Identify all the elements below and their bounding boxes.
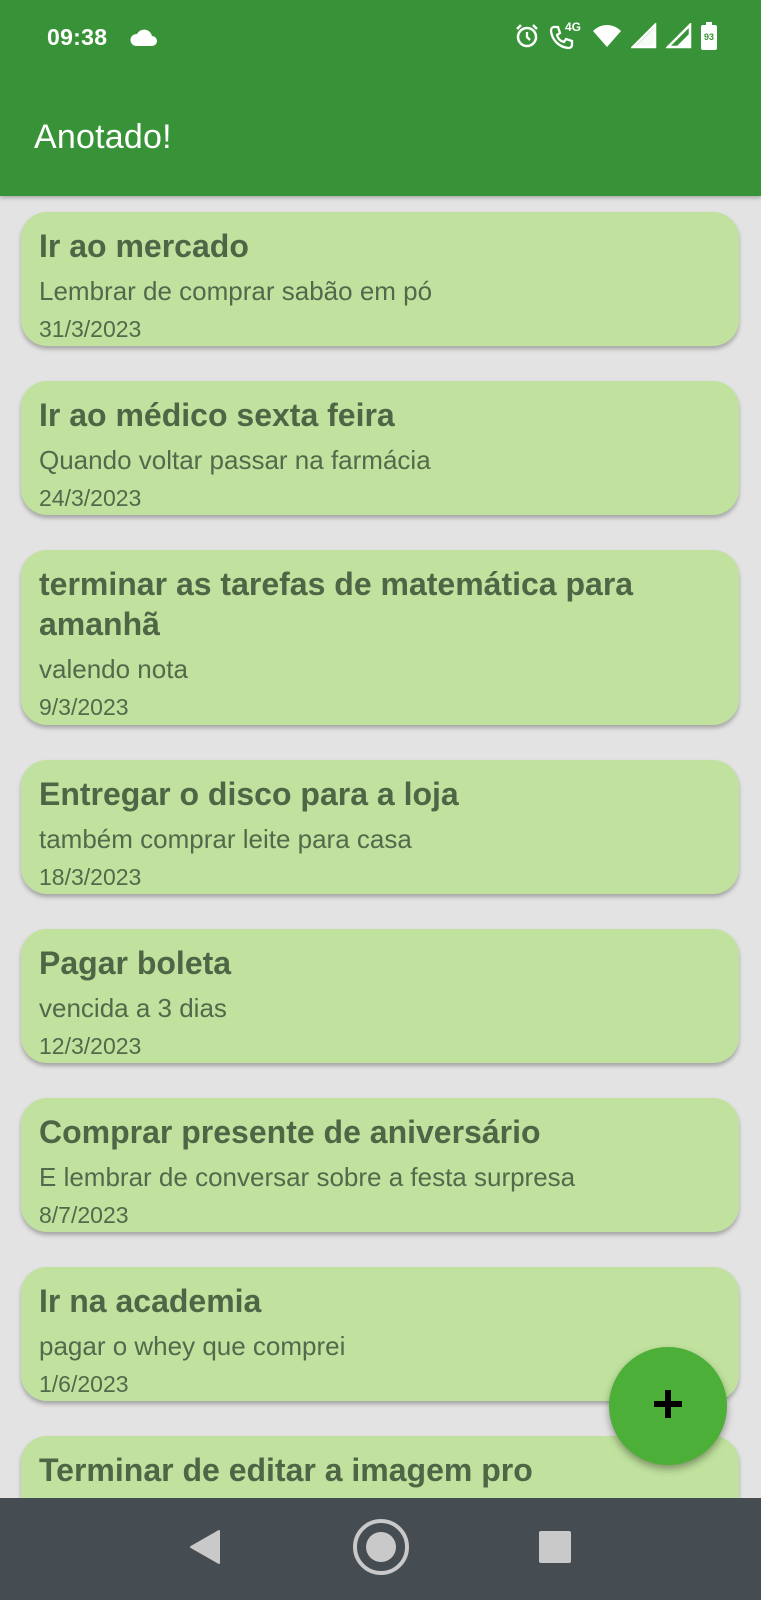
note-title: Entregar o disco para a loja [39, 776, 459, 812]
note-body: Lembrar de comprar sabão em pó [39, 276, 433, 306]
app-bar: 09:38 4G 93 Anotado! [0, 0, 761, 196]
cloud-icon [128, 28, 158, 53]
note-list[interactable]: Ir ao mercado Lembrar de comprar sabão e… [0, 196, 761, 1498]
back-button[interactable] [170, 1498, 240, 1600]
back-icon [189, 1529, 221, 1570]
note-body: também comprar leite para casa [39, 824, 412, 854]
note-title: Ir na academia [39, 1283, 262, 1319]
status-icons: 4G 93 [514, 20, 717, 50]
note-card[interactable]: Ir ao mercado Lembrar de comprar sabão e… [21, 212, 739, 346]
note-body: valendo nota [39, 654, 188, 684]
home-button[interactable] [346, 1498, 416, 1600]
network-type-label: 4G [565, 20, 582, 34]
wifi-icon [592, 24, 622, 48]
home-icon [351, 1517, 411, 1582]
note-title: Ir ao médico sexta feira [39, 397, 395, 433]
battery-icon: 93 [701, 22, 717, 50]
signal-icon [631, 23, 657, 49]
alarm-icon [514, 23, 540, 49]
note-title: Comprar presente de aniversário [39, 1114, 541, 1150]
plus-icon [652, 1388, 684, 1425]
add-note-button[interactable] [609, 1347, 727, 1465]
note-date: 31/3/2023 [39, 316, 142, 342]
note-card[interactable]: Comprar presente de aniversário E lembra… [21, 1098, 739, 1232]
note-date: 24/3/2023 [39, 485, 142, 511]
note-card[interactable]: Pagar boleta vencida a 3 dias 12/3/2023 [21, 929, 739, 1063]
recents-button[interactable] [520, 1498, 590, 1600]
status-time: 09:38 [47, 24, 108, 50]
note-date: 9/3/2023 [39, 694, 129, 720]
note-card[interactable]: terminar as tarefas de matemática para a… [21, 550, 739, 725]
note-card[interactable]: Ir ao médico sexta feira Quando voltar p… [21, 381, 739, 515]
note-title: terminar as tarefas de matemática para a… [39, 566, 634, 642]
note-title: Terminar de editar a imagem pro [39, 1452, 533, 1488]
note-title: Ir ao mercado [39, 228, 249, 264]
note-body: Quando voltar passar na farmácia [39, 445, 431, 475]
recents-icon [538, 1530, 572, 1569]
note-date: 8/7/2023 [39, 1202, 129, 1228]
note-date: 18/3/2023 [39, 864, 142, 890]
note-body: vencida a 3 dias [39, 993, 227, 1023]
system-nav-bar [0, 1498, 761, 1600]
signal-icon [666, 23, 692, 49]
status-bar: 09:38 4G 93 [0, 0, 761, 80]
wifi-calling-icon: 4G [549, 20, 583, 50]
note-body: E lembrar de conversar sobre a festa sur… [39, 1162, 576, 1192]
note-title: Pagar boleta [39, 945, 232, 981]
note-date: 12/3/2023 [39, 1033, 142, 1059]
note-body: pagar o whey que comprei [39, 1331, 346, 1361]
page-title: Anotado! [34, 118, 172, 156]
note-card[interactable]: Entregar o disco para a loja também comp… [21, 760, 739, 894]
battery-level: 93 [703, 32, 714, 42]
